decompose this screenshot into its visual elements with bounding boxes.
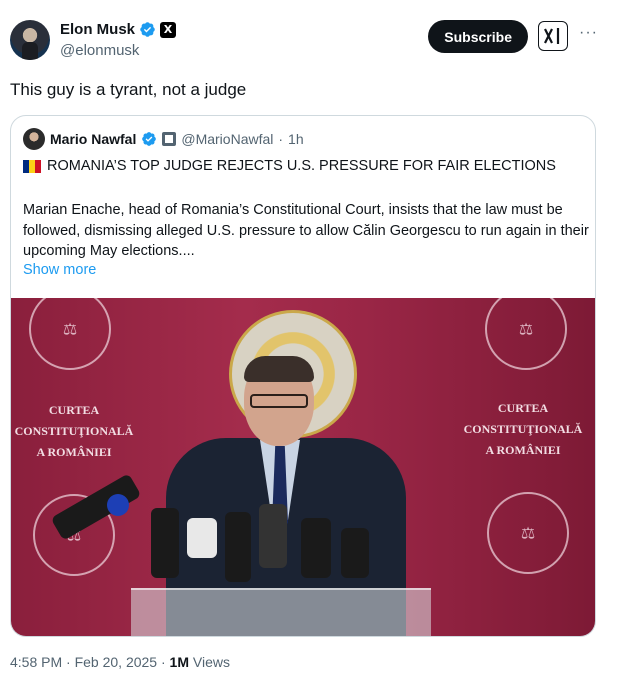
more-options-icon[interactable]: ··· xyxy=(579,24,598,42)
microphone xyxy=(151,508,179,578)
banner-text-left: CURTEA CONSTITUŢIONALĂ A ROMÂNIEI xyxy=(14,403,134,459)
x-affiliate-badge-icon: X xyxy=(160,21,177,38)
speaker-glasses xyxy=(250,394,308,408)
quoted-tweet-header: Mario Nawfal @MarioNawfal · 1h xyxy=(23,128,304,150)
author-display-name[interactable]: Elon Musk xyxy=(60,21,135,38)
speaker-hair xyxy=(244,356,314,382)
banner-text-right: CURTEA CONSTITUŢIONALĂ A ROMÂNIEI xyxy=(463,401,583,457)
author-handle[interactable]: @elonmusk xyxy=(60,42,139,59)
tweet-text: This guy is a tyrant, not a judge xyxy=(10,80,247,99)
romania-flag-icon xyxy=(23,159,41,173)
court-seal-icon xyxy=(29,298,111,370)
tweet-header: Elon Musk X @elonmusk Subscribe ··· xyxy=(10,16,610,66)
quoted-verified-badge-icon xyxy=(142,132,157,146)
grok-button[interactable] xyxy=(538,21,568,51)
quoted-media-photo[interactable]: CURTEA CONSTITUŢIONALĂ A ROMÂNIEI CURTEA… xyxy=(11,298,595,636)
view-count-label: Views xyxy=(188,654,230,670)
grok-icon xyxy=(544,28,560,44)
flag-stripe-red xyxy=(35,159,41,173)
subscribe-button[interactable]: Subscribe xyxy=(428,20,528,53)
tweet-footer: 4:58 PM · Feb 20, 2025 · 1M Views xyxy=(10,654,230,670)
microphone-logo xyxy=(107,494,129,516)
microphone xyxy=(259,504,287,568)
quoted-author-handle[interactable]: @MarioNawfal xyxy=(181,131,273,147)
author-avatar[interactable] xyxy=(10,20,50,60)
quoted-timestamp[interactable]: 1h xyxy=(288,131,304,147)
tweet-timestamp[interactable]: 4:58 PM · Feb 20, 2025 · xyxy=(10,654,170,670)
microphone xyxy=(341,528,369,578)
quoted-affiliate-badge-icon xyxy=(162,132,177,146)
glass-podium xyxy=(131,588,431,636)
microphone xyxy=(187,518,217,558)
quoted-headline-row: ROMANIA’S TOP JUDGE REJECTS U.S. PRESSUR… xyxy=(23,158,556,174)
court-seal-icon xyxy=(487,492,569,574)
quoted-headline: ROMANIA’S TOP JUDGE REJECTS U.S. PRESSUR… xyxy=(47,158,556,174)
quoted-author-avatar[interactable] xyxy=(23,128,45,150)
show-more-link[interactable]: Show more xyxy=(23,262,96,278)
view-count: 1M xyxy=(169,654,189,670)
quoted-separator: · xyxy=(278,131,284,147)
microphone xyxy=(225,512,251,582)
court-seal-icon xyxy=(485,298,567,370)
verified-badge-icon xyxy=(140,22,155,37)
quoted-body-text: Marian Enache, head of Romania’s Constit… xyxy=(23,202,589,259)
quoted-tweet[interactable]: Mario Nawfal @MarioNawfal · 1h ROMANIA’S… xyxy=(10,115,596,637)
author-name-row: Elon Musk X xyxy=(60,21,177,38)
quoted-author-display-name[interactable]: Mario Nawfal xyxy=(50,131,136,147)
microphone xyxy=(301,518,331,578)
